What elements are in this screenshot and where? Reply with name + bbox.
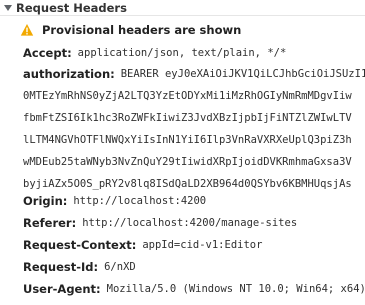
header-value: BEARER eyJ0eXAiOiJKV1QiLCJhbGciOiJSUzI1 (120, 68, 365, 80)
warning-text: Provisional headers are shown (42, 23, 242, 37)
header-value-continuation: lLTM4NGVhOTFlNWQxYiIsInN1YiI6Ilp3VnRaVXR… (23, 134, 352, 146)
header-row-request-context: Request-Context: appId=cid-v1:Editor (0, 236, 365, 254)
header-value-continuation: byjiAZx5O0S_pRY2v8lq8ISdQaLD2XB964d0QSYb… (23, 178, 352, 190)
request-headers-section-header[interactable]: Request Headers (0, 0, 365, 16)
header-value-continuation: wMDEub25taWNyb3NvZnQuY29tIiwidXRpIjoidDV… (23, 156, 352, 168)
header-name: authorization: (23, 67, 115, 81)
warning-icon (20, 24, 34, 36)
header-value: Mozilla/5.0 (Windows NT 10.0; Win64; x64… (106, 283, 365, 295)
header-row-authorization: authorization: BEARER eyJ0eXAiOiJKV1QiLC… (0, 65, 365, 83)
header-name: Request-Context: (23, 238, 137, 252)
header-value: appId=cid-v1:Editor (142, 239, 263, 251)
section-title: Request Headers (16, 0, 127, 15)
header-name: Referer: (23, 216, 77, 230)
header-value: http://localhost:4200/manage-sites (82, 217, 298, 229)
header-value-continuation: fbmFtZSI6Ik1hc3RoZWFkIiwiZ3JvdXBzIjpbIjF… (23, 112, 352, 124)
header-row-accept: Accept: application/json, text/plain, */… (0, 44, 365, 62)
provisional-headers-warning: Provisional headers are shown (0, 21, 365, 39)
header-row-request-id: Request-Id: 6/nXD (0, 258, 365, 276)
header-value: 6/nXD (104, 261, 136, 273)
header-row-referer: Referer: http://localhost:4200/manage-si… (0, 214, 365, 232)
header-name: Origin: (23, 194, 68, 208)
triangle-down-icon[interactable] (4, 4, 12, 11)
header-name: User-Agent: (23, 282, 101, 296)
header-row-user-agent: User-Agent: Mozilla/5.0 (Windows NT 10.0… (0, 280, 365, 298)
header-value: application/json, text/plain, */* (77, 47, 287, 59)
header-value-continuation: 0MTEzYmRhNS0yZjA2LTQ3YzEtODYxMi1iMzRhOGI… (23, 90, 352, 102)
header-value: http://localhost:4200 (73, 195, 207, 207)
header-name: Accept: (23, 46, 72, 60)
header-row-origin: Origin: http://localhost:4200 (0, 192, 365, 210)
header-name: Request-Id: (23, 260, 99, 274)
